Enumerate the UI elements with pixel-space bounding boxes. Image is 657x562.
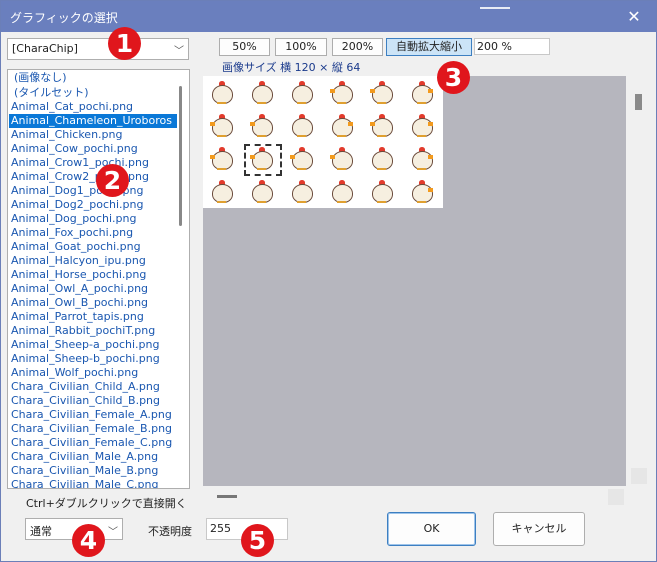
file-list-item[interactable]: Animal_Cat_pochi.png [11,100,133,114]
file-list-item[interactable]: Animal_Owl_A_pochi.png [11,282,148,296]
cancel-button[interactable]: キャンセル [493,512,585,546]
chicken-sprite [327,78,355,106]
zoom-100-button[interactable]: 100% [275,38,327,56]
image-preview[interactable] [203,76,626,486]
annotation-badge-3: 3 [437,61,470,94]
chicken-sprite [407,111,435,139]
file-list-item[interactable]: Animal_Owl_B_pochi.png [11,296,148,310]
file-list-item[interactable]: Animal_Cow_pochi.png [11,142,138,156]
file-list-item[interactable]: Animal_Crow1_pochi.png [11,156,149,170]
chevron-down-icon: ﹀ [108,527,118,538]
file-list-item[interactable]: Animal_Horse_pochi.png [11,268,146,282]
chevron-down-icon: ﹀ [174,46,184,57]
zoom-200-button[interactable]: 200% [332,38,383,56]
file-list-item[interactable]: Animal_Goat_pochi.png [11,240,141,254]
chicken-sprite [367,177,395,205]
chicken-sprite [207,111,235,139]
file-list-item[interactable]: Animal_Dog_pochi.png [11,212,136,226]
scrollbar-arrow-down[interactable] [631,468,647,484]
annotation-badge-1: 1 [108,27,141,60]
file-list-item[interactable]: (タイルセット) [14,86,89,100]
file-list-item[interactable]: Animal_Fox_pochi.png [11,226,133,240]
file-list-item[interactable]: Animal_Parrot_tapis.png [11,310,144,324]
file-list-item[interactable]: Chara_Civilian_Male_B.png [11,464,158,478]
ok-button[interactable]: OK [387,512,476,546]
file-list[interactable]: (画像なし) (タイルセット) Animal_Cat_pochi.png Animal… [7,69,190,489]
sprite-sheet [203,76,443,208]
window-title: グラフィックの選択 [10,11,118,25]
chicken-sprite [407,144,435,172]
chicken-sprite [287,177,315,205]
category-dropdown[interactable]: [CharaChip] ﹀ [7,38,189,60]
chicken-sprite [327,144,355,172]
file-list-item[interactable]: Chara_Civilian_Female_A.png [11,408,172,422]
file-list-item[interactable]: Animal_Rabbit_pochiT.png [11,324,155,338]
file-list-scrollbar[interactable] [179,86,182,226]
chicken-sprite [287,111,315,139]
scrollbar-thumb-horizontal[interactable] [217,495,237,498]
blend-mode-value: 通常 [30,525,52,538]
maximize-indicator [480,7,510,9]
file-list-item[interactable]: (画像なし) [14,71,67,85]
chicken-sprite [247,177,275,205]
title-bar: グラフィックの選択 ✕ [1,1,656,32]
annotation-badge-4: 4 [72,524,105,557]
file-list-item[interactable]: Chara_Civilian_Female_C.png [11,436,172,450]
chicken-sprite [367,78,395,106]
zoom-50-button[interactable]: 50% [219,38,270,56]
file-list-item[interactable]: Chara_Civilian_Male_C.png [11,478,158,488]
file-list-item[interactable]: Animal_Chicken.png [11,128,122,142]
hint-text: Ctrl+ダブルクリックで直接開く [26,497,187,510]
chicken-sprite [207,78,235,106]
image-size-label: 画像サイズ 横 120 × 縦 64 [222,61,361,74]
scrollbar-arrow-right[interactable] [608,489,624,505]
annotation-badge-2: 2 [96,164,129,197]
chicken-sprite [407,78,435,106]
file-list-item[interactable]: Chara_Civilian_Child_A.png [11,380,160,394]
file-list-item[interactable]: Animal_Sheep-b_pochi.png [11,352,160,366]
file-list-item[interactable]: Chara_Civilian_Male_A.png [11,450,158,464]
graphic-select-dialog: グラフィックの選択 ✕ [CharaChip] ﹀ (画像なし) (タイルセット)… [0,0,657,562]
zoom-value-field[interactable]: 200 % [474,38,550,55]
preview-horizontal-scrollbar[interactable] [203,486,626,506]
file-list-item[interactable]: Animal_Halcyon_ipu.png [11,254,146,268]
chicken-sprite [207,177,235,205]
chicken-sprite [247,111,275,139]
chicken-sprite [287,144,315,172]
chicken-sprite [207,144,235,172]
close-icon[interactable]: ✕ [612,1,656,32]
chicken-sprite [327,177,355,205]
chicken-sprite [327,111,355,139]
auto-zoom-button[interactable]: 自動拡大縮小 [386,38,472,56]
chicken-sprite [367,144,395,172]
file-list-item[interactable]: Animal_Wolf_pochi.png [11,366,138,380]
file-list-item[interactable]: Chara_Civilian_Female_B.png [11,422,172,436]
scrollbar-thumb[interactable] [635,94,642,110]
file-list-item[interactable]: Animal_Chameleon_Uroboros [9,114,177,128]
file-list-item[interactable]: Animal_Sheep-a_pochi.png [11,338,159,352]
chicken-sprite [247,78,275,106]
chicken-sprite [407,177,435,205]
selection-cursor [244,144,282,176]
file-list-item[interactable]: Chara_Civilian_Child_B.png [11,394,160,408]
file-list-item[interactable]: Animal_Dog2_pochi.png [11,198,143,212]
annotation-badge-5: 5 [241,524,274,557]
chicken-sprite [367,111,395,139]
category-value: [CharaChip] [12,42,78,55]
chicken-sprite [287,78,315,106]
opacity-label: 不透明度 [148,525,192,538]
preview-vertical-scrollbar[interactable] [626,76,652,486]
